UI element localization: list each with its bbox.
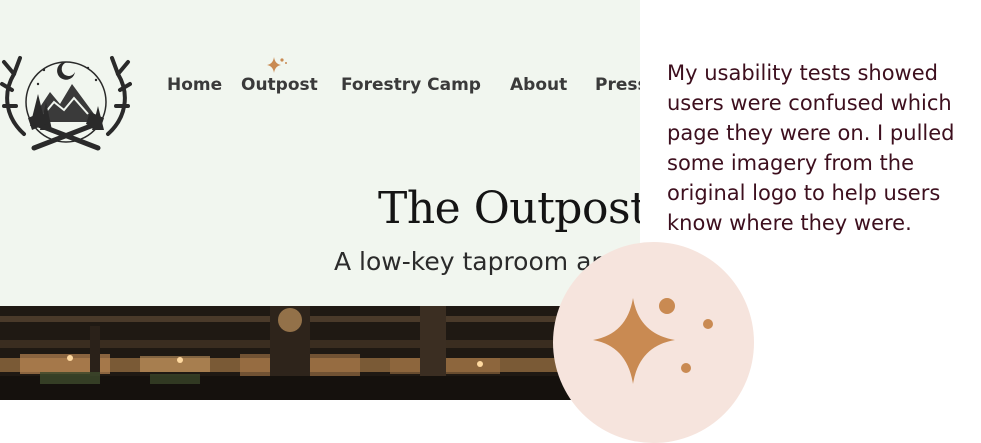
nav-forestry-camp[interactable]: Forestry Camp [341,75,481,95]
nav-press[interactable]: Press [595,75,640,95]
design-annotation: My usability tests showed users were con… [667,61,955,235]
nav-about[interactable]: About [510,75,567,95]
sparkle-badge [553,242,754,443]
sparkle-icon [267,57,287,73]
page-title: The Outpost [378,183,640,234]
nav-home[interactable]: Home [167,75,222,95]
hero-photo [0,306,640,400]
website-screenshot: Home Outpost Forestry Camp About Press T… [0,0,640,400]
outpost-logo[interactable] [0,36,132,158]
nav-outpost[interactable]: Outpost [241,75,318,95]
main-navigation: Home Outpost Forestry Camp About Press [0,75,640,97]
